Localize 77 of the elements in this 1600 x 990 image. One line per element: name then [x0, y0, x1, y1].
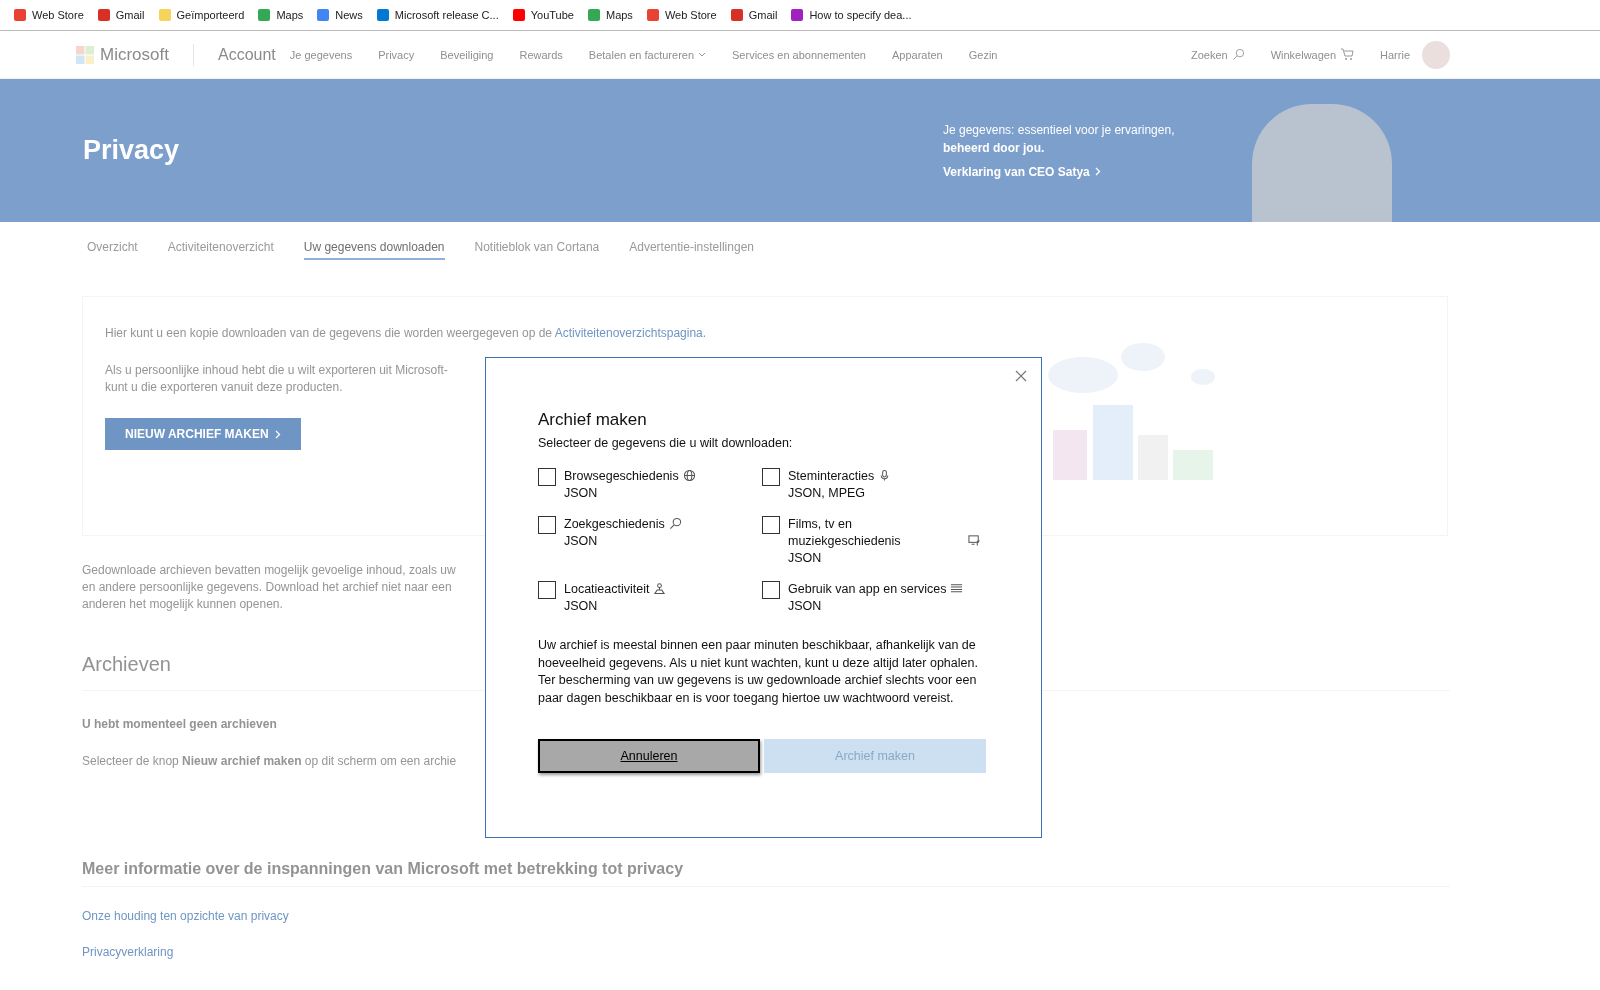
- checkbox[interactable]: [538, 468, 556, 486]
- tab[interactable]: Overzicht: [87, 240, 138, 260]
- new-archive-button[interactable]: NIEUW ARCHIEF MAKEN: [105, 418, 301, 450]
- option-label: Zoekgeschiedenis: [564, 516, 665, 533]
- windows-logo-icon: [76, 45, 94, 64]
- brand-name: Microsoft: [100, 44, 169, 65]
- section-heading: Meer informatie over de inspanningen van Microsoft met betrekking tot privacy: [82, 860, 1450, 887]
- format-text: JSON: [788, 598, 823, 615]
- dialog-subtitle: Selecteer de gegevens die u wilt downloaden:: [538, 436, 794, 450]
- checkbox[interactable]: [538, 516, 556, 534]
- ceo-statement-link[interactable]: Verklaring van CEO Satya: [943, 164, 1175, 179]
- bookmark[interactable]: Maps: [587, 9, 633, 21]
- section-title: Account: [217, 45, 276, 64]
- nav-link[interactable]: Services en abonnementen: [732, 48, 866, 61]
- activity-page-link[interactable]: Activiteitenoverzichtspagina: [554, 326, 703, 340]
- nav-link[interactable]: Betalen en factureren: [588, 48, 707, 61]
- intro-text: Hier kunt u een kopie downloaden van de gegevens die worden weergegeven op de Activiteitenoverzichtspagina.: [105, 325, 707, 342]
- bookmark[interactable]: Geïmporteerd: [158, 9, 245, 21]
- hint-text: Selecteer de knop Nieuw archief maken op dit scherm om een archie: [82, 753, 457, 770]
- format-text: JSON: [788, 550, 823, 567]
- option-label: Locatieactiviteit: [564, 581, 650, 598]
- bookmark[interactable]: Gmail: [97, 9, 145, 21]
- option-label: Films, tv en muziekgeschiedenis: [788, 516, 902, 550]
- cart-icon: [1340, 48, 1355, 61]
- nav-link[interactable]: Beveiliging: [440, 48, 494, 61]
- dialog-title: Archief maken: [538, 410, 648, 430]
- bookmark[interactable]: Web Store: [14, 9, 84, 21]
- option-label: Gebruik van app en services: [788, 581, 947, 598]
- nav-link[interactable]: Je gegevens: [289, 48, 353, 61]
- cart-link[interactable]: Winkelwagen: [1270, 48, 1355, 61]
- hero-tagline: Je gegevens: essentieel voor je ervaringen,: [943, 122, 1175, 137]
- bookmark[interactable]: Microsoft release C...: [376, 9, 499, 21]
- tab[interactable]: Advertentie-instellingen: [629, 240, 754, 260]
- format-text: JSON: [564, 598, 599, 615]
- format-text: JSON: [564, 485, 599, 502]
- search-icon: [668, 517, 682, 530]
- option-label: Steminteracties: [788, 468, 875, 485]
- format-text: JSON: [564, 533, 599, 550]
- bookmark[interactable]: Maps: [258, 9, 304, 21]
- checkbox[interactable]: [762, 516, 780, 534]
- format-text: JSON, MPEG: [788, 485, 867, 502]
- nav-link[interactable]: Gezin: [968, 48, 998, 61]
- checkbox[interactable]: [762, 468, 780, 486]
- checkbox[interactable]: [762, 581, 780, 599]
- export-text: kunt u die exporteren vanuit deze producten.: [105, 379, 343, 396]
- user-name[interactable]: Harrie: [1380, 48, 1410, 61]
- warning-text: anderen het mogelijk kunnen openen.: [82, 596, 283, 613]
- person-pin-icon: [653, 582, 667, 595]
- list-icon: [950, 582, 964, 595]
- bookmark[interactable]: YouTube: [512, 9, 574, 21]
- tab[interactable]: Notitieblok van Cortana: [474, 240, 600, 260]
- privacy-link[interactable]: Privacyverklaring: [82, 945, 174, 959]
- tab[interactable]: Activiteitenoverzicht: [167, 240, 274, 260]
- hero-tagline: beheerd door jou.: [943, 140, 1046, 155]
- screen-music-icon: [968, 534, 981, 547]
- hero-title: Privacy: [83, 135, 181, 166]
- bookmark[interactable]: How to specify dea...: [791, 9, 912, 21]
- globe-icon: [682, 469, 696, 482]
- nav-link[interactable]: Rewards: [519, 48, 563, 61]
- bookmark[interactable]: Gmail: [730, 9, 778, 21]
- privacy-link[interactable]: Onze houding ten opzichte van privacy: [82, 909, 289, 923]
- search-link[interactable]: Zoeken: [1190, 48, 1245, 61]
- tab[interactable]: Uw gegevens downloaden: [303, 240, 445, 260]
- checkbox[interactable]: [538, 581, 556, 599]
- cancel-button[interactable]: Annuleren: [538, 739, 760, 773]
- warning-text: en andere persoonlijke gegevens. Download het archief niet naar een: [82, 579, 452, 596]
- chevron-right-icon: [1094, 166, 1101, 176]
- bookmark[interactable]: Web Store: [646, 9, 717, 21]
- warning-text: Gedownloade archieven bevatten mogelijk gevoelige inhoud, zoals uw: [82, 562, 456, 579]
- chevron-right-icon: [274, 429, 281, 439]
- nav-link[interactable]: Privacy: [378, 48, 415, 61]
- search-icon: [1231, 48, 1245, 61]
- export-text: Als u persoonlijke inhoud hebt die u wilt exporteren uit Microsoft-: [105, 362, 448, 379]
- bookmark[interactable]: News: [317, 9, 363, 21]
- empty-state-text: U hebt momenteel geen archieven: [82, 717, 277, 731]
- option-label: Browsegeschiedenis: [564, 468, 679, 485]
- nav-link[interactable]: Apparaten: [891, 48, 943, 61]
